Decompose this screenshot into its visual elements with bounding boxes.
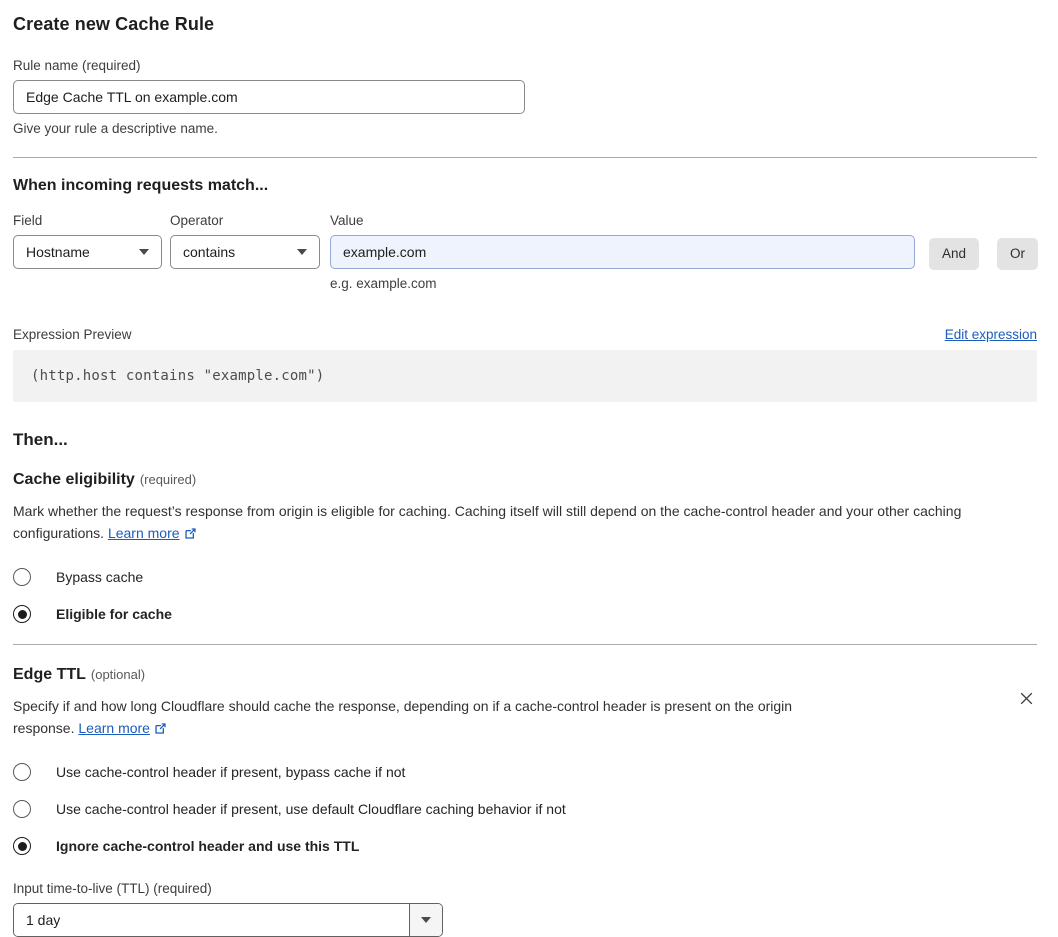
radio-label: Bypass cache [56, 569, 144, 585]
field-select-value: Hostname [26, 244, 90, 260]
and-button[interactable]: And [929, 238, 980, 270]
edge-ttl-close-button[interactable] [1016, 688, 1037, 709]
edge-ttl-heading: Edge TTL (optional) [13, 666, 1037, 684]
chevron-down-icon [139, 249, 149, 255]
radio-label: Use cache-control header if present, use… [56, 801, 566, 817]
ttl-dropdown-button[interactable] [409, 904, 442, 936]
edge-ttl-description: Specify if and how long Cloudflare shoul… [13, 696, 845, 741]
value-helper: e.g. example.com [330, 276, 437, 291]
operator-select-value: contains [183, 244, 236, 260]
expression-preview-header: Expression Preview Edit expression [13, 327, 1037, 342]
cache-eligibility-section: Cache eligibility (required) Mark whether… [13, 471, 1037, 623]
value-column: Value e.g. example.com [330, 213, 915, 291]
radio-icon [13, 568, 31, 586]
page-title: Create new Cache Rule [13, 14, 215, 34]
external-link-icon [154, 720, 167, 742]
radio-use-header-default[interactable]: Use cache-control header if present, use… [13, 800, 1037, 818]
optional-badge: (optional) [90, 667, 146, 682]
radio-icon [13, 800, 31, 818]
match-section-heading: When incoming requests match... [13, 177, 269, 194]
learn-more-link[interactable]: Learn more [108, 525, 180, 541]
edit-expression-link[interactable]: Edit expression [945, 327, 1037, 342]
radio-icon [13, 605, 31, 623]
radio-eligible-for-cache[interactable]: Eligible for cache [13, 605, 1037, 623]
section-divider [13, 644, 1037, 645]
chevron-down-icon [297, 249, 307, 255]
external-link-icon [184, 525, 197, 547]
rule-name-input[interactable] [13, 80, 525, 114]
radio-icon [13, 763, 31, 781]
value-label: Value [330, 213, 364, 228]
cache-eligibility-heading: Cache eligibility (required) [13, 471, 1037, 489]
field-column: Field Hostname [13, 213, 162, 269]
ttl-input-label: Input time-to-live (TTL) (required) [13, 881, 212, 896]
cache-eligibility-title: Cache eligibility [13, 471, 135, 488]
rule-name-helper: Give your rule a descriptive name. [13, 121, 218, 136]
condition-connector-buttons: And Or [929, 238, 1039, 270]
learn-more-link[interactable]: Learn more [78, 720, 150, 736]
then-heading: Then... [13, 430, 68, 449]
field-select[interactable]: Hostname [13, 235, 162, 269]
section-divider [13, 157, 1037, 158]
or-button[interactable]: Or [997, 238, 1039, 270]
expression-preview-code: (http.host contains "example.com") [13, 350, 1037, 402]
radio-ignore-header-use-ttl[interactable]: Ignore cache-control header and use this… [13, 837, 1037, 855]
radio-label: Ignore cache-control header and use this… [56, 838, 360, 854]
radio-label: Use cache-control header if present, byp… [56, 764, 406, 780]
edge-ttl-title: Edge TTL [13, 666, 86, 683]
value-input[interactable] [330, 235, 915, 269]
operator-select[interactable]: contains [170, 235, 320, 269]
operator-label: Operator [170, 213, 224, 228]
match-condition-row: Field Hostname Operator contains Value e… [13, 213, 1039, 291]
radio-bypass-cache[interactable]: Bypass cache [13, 568, 1037, 586]
create-cache-rule-form: Create new Cache Rule Rule name (require… [0, 0, 1058, 937]
ttl-value-input[interactable] [14, 904, 409, 936]
expression-preview-label: Expression Preview [13, 327, 132, 342]
chevron-down-icon [421, 917, 431, 923]
cache-eligibility-description: Mark whether the request’s response from… [13, 501, 1037, 546]
radio-label: Eligible for cache [56, 606, 172, 622]
radio-use-header-bypass[interactable]: Use cache-control header if present, byp… [13, 763, 1037, 781]
rule-name-label: Rule name (required) [13, 58, 141, 73]
radio-icon [13, 837, 31, 855]
edge-ttl-section: Edge TTL (optional) Specify if and how lo… [13, 666, 1037, 937]
close-icon [1020, 692, 1033, 705]
required-badge: (required) [139, 472, 197, 487]
ttl-combo-input [13, 903, 443, 937]
operator-column: Operator contains [170, 213, 320, 269]
field-label: Field [13, 213, 43, 228]
